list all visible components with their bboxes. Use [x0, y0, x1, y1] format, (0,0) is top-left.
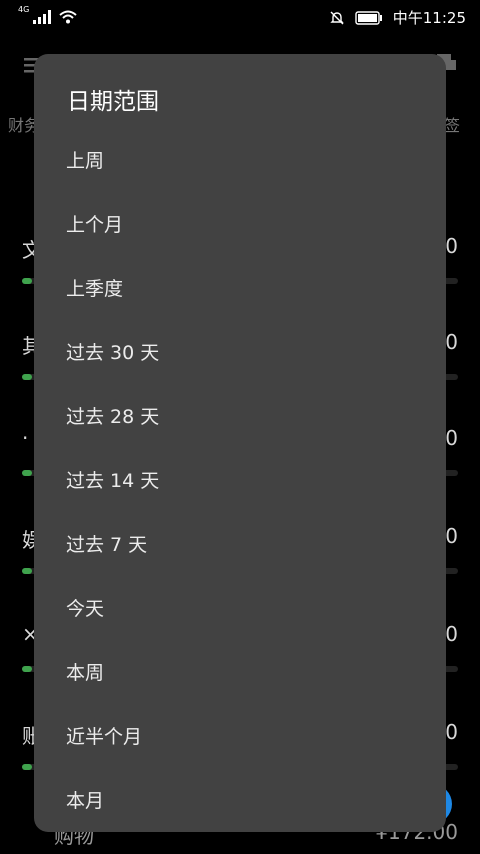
- option-label: 过去 7 天: [66, 534, 148, 556]
- item-amount: 0: [445, 720, 458, 744]
- option-label: 上周: [66, 150, 105, 172]
- status-bar: 4G 中午11:25: [0, 0, 480, 34]
- option-label: 过去 28 天: [66, 406, 160, 428]
- battery-icon: [355, 10, 382, 25]
- signal-icon: [33, 10, 52, 24]
- item-amount: 0: [445, 330, 458, 354]
- option-label: 今天: [66, 598, 105, 620]
- option-last-quarter[interactable]: 上季度: [34, 254, 446, 318]
- option-label: 过去 14 天: [66, 470, 160, 492]
- date-range-dialog: 日期范围 上周 上个月 上季度 过去 30 天 过去 28 天 过去 14 天 …: [34, 54, 446, 832]
- option-past-7-days[interactable]: 过去 7 天: [34, 510, 446, 574]
- status-right: 中午11:25: [329, 7, 466, 28]
- wifi-icon: [59, 10, 77, 24]
- option-past-30-days[interactable]: 过去 30 天: [34, 318, 446, 382]
- option-label: 近半个月: [66, 726, 143, 748]
- item-amount: 0: [445, 622, 458, 646]
- option-half-month[interactable]: 近半个月: [34, 702, 446, 766]
- option-past-28-days[interactable]: 过去 28 天: [34, 382, 446, 446]
- option-label: 上季度: [66, 278, 124, 300]
- dialog-title: 日期范围: [67, 89, 159, 115]
- item-amount: 0: [445, 426, 458, 450]
- clock: 中午11:25: [392, 9, 466, 27]
- item-amount: 0: [445, 234, 458, 258]
- option-label: 本月: [66, 790, 105, 812]
- option-today[interactable]: 今天: [34, 574, 446, 638]
- item-label: ·: [22, 426, 29, 450]
- option-past-14-days[interactable]: 过去 14 天: [34, 446, 446, 510]
- status-left: 4G: [18, 6, 77, 24]
- tab-right[interactable]: 签: [444, 112, 460, 136]
- mute-bell-icon: [330, 11, 344, 24]
- option-label: 上个月: [66, 214, 124, 236]
- option-label: 过去 30 天: [66, 342, 160, 364]
- item-amount: 0: [445, 524, 458, 548]
- option-this-month[interactable]: 本月: [34, 766, 446, 830]
- option-label: 本周: [66, 662, 105, 684]
- option-this-week[interactable]: 本周: [34, 638, 446, 702]
- option-last-month[interactable]: 上个月: [34, 190, 446, 254]
- option-last-week[interactable]: 上周: [34, 126, 446, 190]
- network-type-label: 4G: [18, 5, 30, 14]
